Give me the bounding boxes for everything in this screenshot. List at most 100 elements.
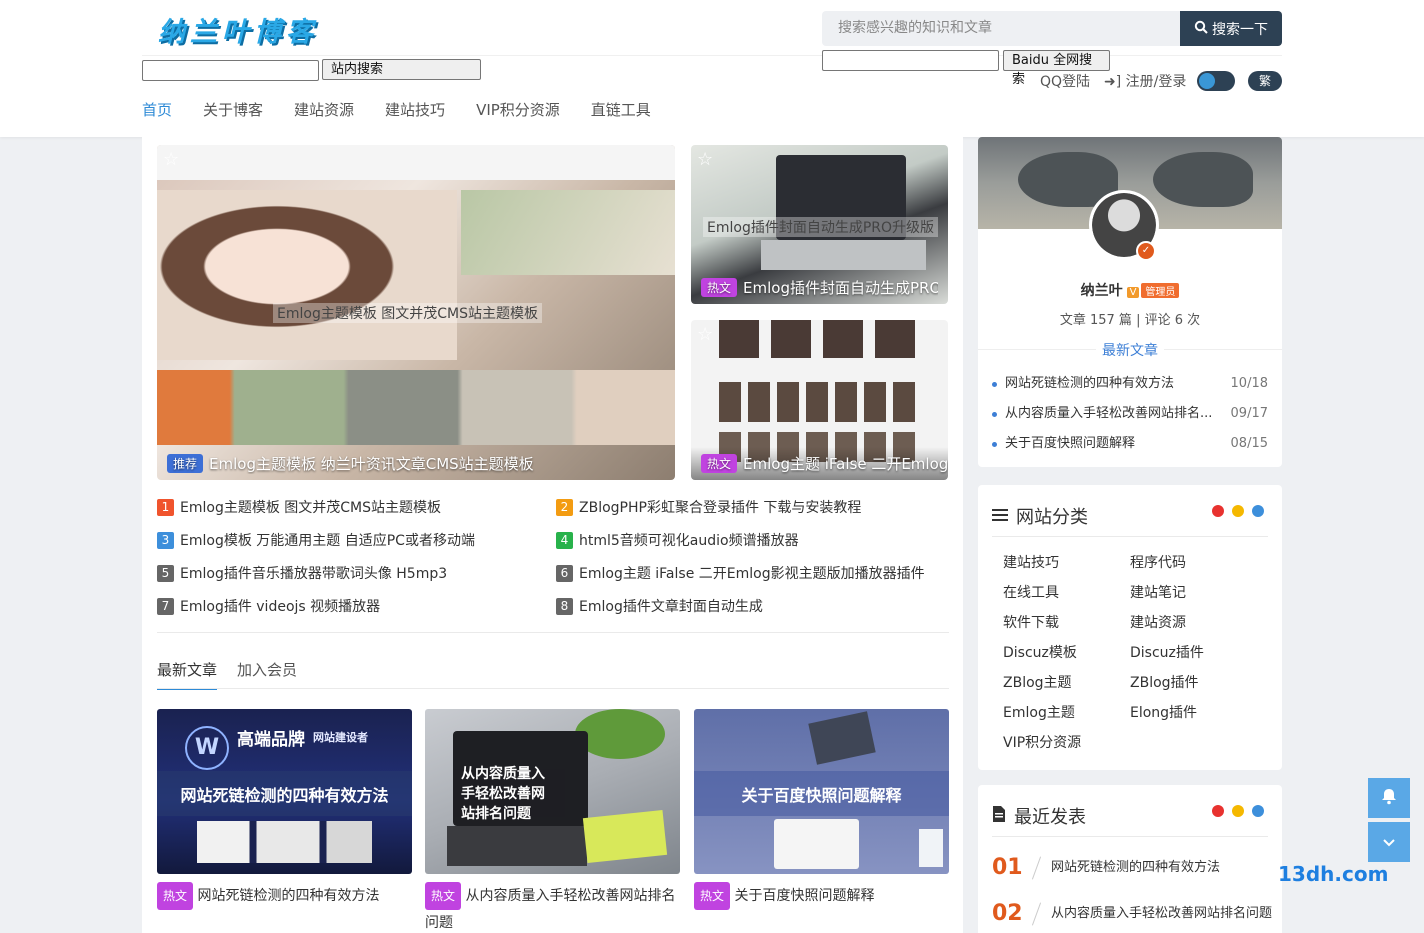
- hot-tag: 热文: [425, 882, 462, 910]
- qq-login-link[interactable]: QQ登陆: [1040, 71, 1090, 91]
- featured-watermark: Emlog主题模板 图文并茂CMS站主题模板: [273, 303, 543, 323]
- category-link[interactable]: 程序代码: [1130, 553, 1257, 573]
- search-bar: 搜索感兴趣的知识和文章 搜索一下: [822, 11, 1282, 46]
- ranked-list-item[interactable]: 8 Emlog插件文章封面自动生成: [556, 596, 763, 616]
- recent-header: 最近发表: [992, 803, 1086, 829]
- featured-title[interactable]: Emlog插件封面自动生成PRO...: [743, 277, 938, 298]
- category-link[interactable]: ZBlog主题: [1003, 673, 1130, 693]
- nav-item-home[interactable]: 首页: [142, 99, 172, 120]
- nav-item-tips[interactable]: 建站技巧: [385, 99, 445, 120]
- list-item-date: 09/17: [1230, 406, 1268, 421]
- latest-articles-link[interactable]: 最新文章: [978, 340, 1282, 360]
- featured-title[interactable]: Emlog主题模板 纳兰叶资讯文章CMS站主题模板: [209, 453, 534, 474]
- category-link[interactable]: 软件下载: [1003, 613, 1130, 633]
- recent-item-title: 网站死链检测的四种有效方法: [1051, 859, 1221, 875]
- brand-subline: 网站建设者: [313, 731, 368, 744]
- category-link[interactable]: Discuz插件: [1130, 643, 1257, 663]
- post-title[interactable]: 关于百度快照问题解释: [734, 888, 874, 904]
- v-badge: V: [1126, 287, 1140, 298]
- category-link[interactable]: 建站技巧: [1003, 553, 1130, 573]
- featured-caption: 热文 Emlog主题 iFalse 二开Emlog...: [691, 447, 948, 480]
- ranked-list-item[interactable]: 1 Emlog主题模板 图文并茂CMS站主题模板: [157, 497, 441, 517]
- bullet-icon: [992, 412, 997, 417]
- category-card: 网站分类 建站技巧 程序代码 在线工具 建站笔记 软件下载 建站资源 Discu…: [978, 485, 1282, 770]
- ranked-title: Emlog插件音乐播放器带歌词头像 H5mp3: [180, 566, 448, 582]
- ranked-list-item[interactable]: 7 Emlog插件 videojs 视频播放器: [157, 596, 380, 616]
- search-button[interactable]: 搜索一下: [1180, 11, 1282, 46]
- post-card[interactable]: W 高端品牌 网站建设者 网站死链检测的四种有效方法 热文 网站死链检测的四种有…: [157, 709, 412, 910]
- profile-stats: 文章 157 篇 | 评论 6 次: [1059, 313, 1201, 328]
- list-item[interactable]: 网站死链检测的四种有效方法 10/18: [992, 374, 1268, 404]
- bell-icon: [1380, 787, 1398, 810]
- star-icon[interactable]: ☆: [697, 149, 713, 170]
- nav-item-resources[interactable]: 建站资源: [294, 99, 354, 120]
- post-caption: 热文 关于百度快照问题解释: [694, 882, 949, 910]
- list-item-title: 关于百度快照问题解释: [1005, 436, 1136, 451]
- site-logo[interactable]: 纳兰叶博客: [158, 10, 318, 49]
- cover-image: [1153, 152, 1253, 207]
- tablet-decoration: [774, 819, 859, 869]
- rank-number: 2: [556, 498, 573, 516]
- recent-item[interactable]: 02 从内容质量入手轻松改善网站排名问题: [992, 901, 1277, 926]
- category-link[interactable]: Emlog主题: [1003, 703, 1130, 723]
- star-icon[interactable]: ☆: [697, 324, 713, 345]
- post-title[interactable]: 网站死链检测的四种有效方法: [197, 888, 379, 904]
- notebook-decoration: [582, 809, 668, 864]
- baidu-search-input[interactable]: [822, 50, 999, 71]
- ranked-list-item[interactable]: 6 Emlog主题 iFalse 二开Emlog影视主题版加播放器插件: [556, 563, 925, 583]
- rank-number: 1: [157, 498, 174, 516]
- search-icon: [1194, 20, 1208, 38]
- decor-dots: [1212, 805, 1264, 817]
- dark-mode-toggle[interactable]: [1197, 71, 1235, 91]
- site-search-input[interactable]: [142, 60, 319, 81]
- laptop-keyboard: [447, 826, 587, 866]
- category-link[interactable]: ZBlog插件: [1130, 673, 1257, 693]
- list-item[interactable]: 关于百度快照问题解释 08/15: [992, 434, 1268, 464]
- rank-number: 8: [556, 597, 573, 615]
- post-overlay-title: 网站死链检测的四种有效方法: [157, 771, 412, 816]
- register-login-label: 注册/登录: [1125, 74, 1187, 90]
- nav-item-about[interactable]: 关于博客: [203, 99, 263, 120]
- post-card[interactable]: 从内容质量入手轻松改善网站排名问题 热文 从内容质量入手轻松改善网站排名问题: [425, 709, 680, 933]
- ranked-list-item[interactable]: 5 Emlog插件音乐播放器带歌词头像 H5mp3: [157, 563, 447, 583]
- register-login-link[interactable]: ➜] 注册/登录: [1104, 71, 1186, 91]
- dot-blue: [1252, 805, 1264, 817]
- category-link[interactable]: 建站笔记: [1130, 583, 1257, 603]
- category-link[interactable]: VIP积分资源: [1003, 733, 1130, 753]
- rank-number: 4: [556, 531, 573, 549]
- ranked-list-item[interactable]: 4 html5音频可视化audio频谱播放器: [556, 530, 799, 550]
- tab-join-member[interactable]: 加入会员: [237, 659, 297, 690]
- category-link[interactable]: 在线工具: [1003, 583, 1130, 603]
- site-search-button[interactable]: 站内搜索: [322, 59, 481, 80]
- featured-photo: [461, 190, 675, 275]
- search-button-label: 搜索一下: [1212, 21, 1268, 38]
- traditional-chinese-button[interactable]: 繁: [1248, 71, 1282, 91]
- category-link[interactable]: Discuz模板: [1003, 643, 1130, 663]
- dot-blue: [1252, 505, 1264, 517]
- scroll-down-button[interactable]: [1368, 822, 1410, 862]
- baidu-search-button[interactable]: Baidu 全网搜索: [1003, 50, 1110, 87]
- featured-top-right[interactable]: ☆ Emlog插件封面自动生成PRO升级版 热文 Emlog插件封面自动生成PR…: [691, 145, 948, 304]
- search-input[interactable]: 搜索感兴趣的知识和文章: [822, 11, 1180, 46]
- notification-button[interactable]: [1368, 778, 1410, 818]
- bullet-icon: [992, 382, 997, 387]
- category-link[interactable]: 建站资源: [1130, 613, 1257, 633]
- ranked-list-item[interactable]: 2 ZBlogPHP彩虹聚合登录插件 下载与安装教程: [556, 497, 861, 517]
- featured-title[interactable]: Emlog主题 iFalse 二开Emlog...: [743, 453, 948, 474]
- profile-article-list: 网站死链检测的四种有效方法 10/18 从内容质量入手轻松改善网站排名... 0…: [992, 374, 1268, 464]
- nav-item-tools[interactable]: 直链工具: [591, 99, 651, 120]
- recent-item[interactable]: 01 网站死链检测的四种有效方法: [992, 855, 1277, 880]
- tab-latest-articles[interactable]: 最新文章: [157, 659, 218, 690]
- post-title[interactable]: 从内容质量入手轻松改善网站排名问题: [425, 888, 675, 931]
- featured-main[interactable]: ☆ Emlog主题模板 图文并茂CMS站主题模板 推荐 Emlog主题模板 纳兰…: [157, 145, 675, 480]
- ranked-title: Emlog插件 videojs 视频播放器: [180, 599, 381, 615]
- featured-bottom-right[interactable]: ☆ 热文 Emlog主题 iFalse 二开Emlog...: [691, 320, 948, 480]
- category-link[interactable]: Elong插件: [1130, 703, 1257, 723]
- star-icon[interactable]: ☆: [163, 149, 179, 170]
- recent-number: 01: [992, 855, 1023, 880]
- post-thumbnail: 关于百度快照问题解释: [694, 709, 949, 874]
- list-item[interactable]: 从内容质量入手轻松改善网站排名... 09/17: [992, 404, 1268, 434]
- post-card[interactable]: 关于百度快照问题解释 热文 关于百度快照问题解释: [694, 709, 949, 910]
- nav-item-vip[interactable]: VIP积分资源: [476, 99, 560, 120]
- ranked-list-item[interactable]: 3 Emlog模板 万能通用主题 自适应PC或者移动端: [157, 530, 475, 550]
